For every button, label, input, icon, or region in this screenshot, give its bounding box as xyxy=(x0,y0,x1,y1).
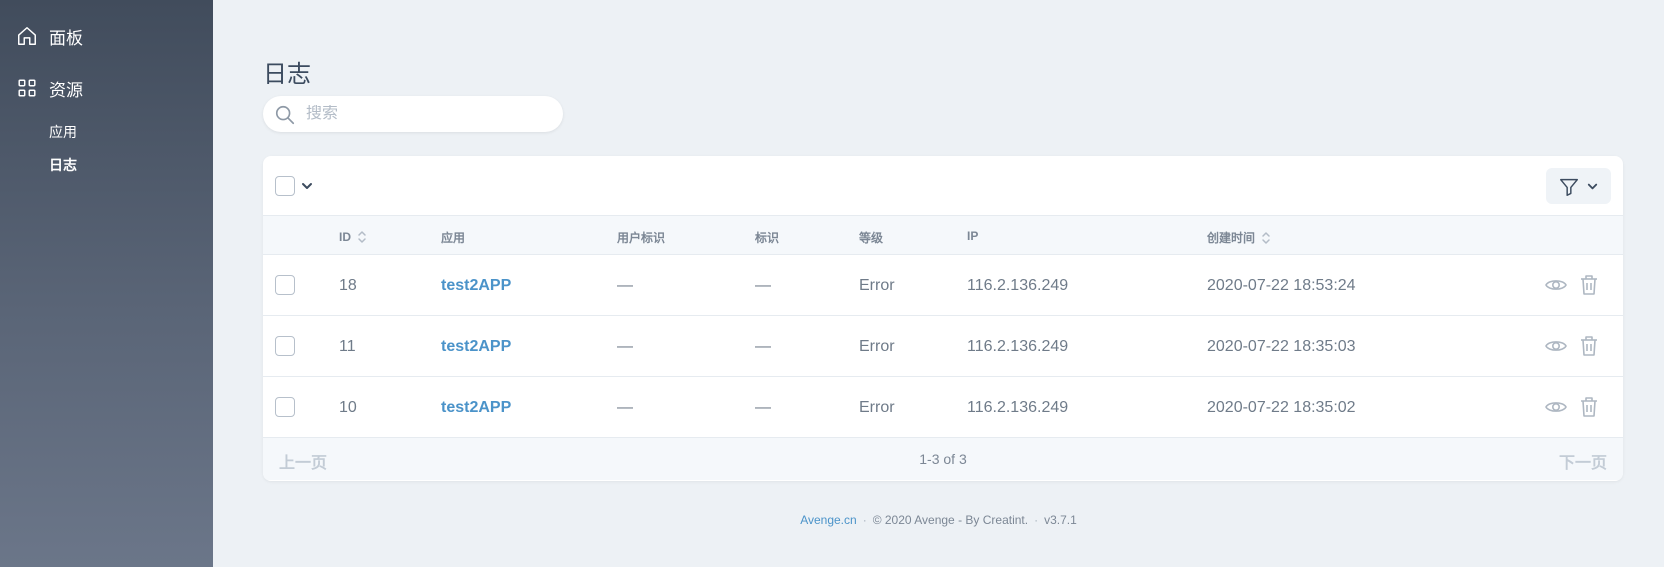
chevron-down-icon xyxy=(1586,180,1599,193)
cell-ip: 116.2.136.249 xyxy=(967,277,1069,294)
eye-icon[interactable] xyxy=(1544,395,1568,419)
row-checkbox[interactable] xyxy=(275,275,295,295)
search-input[interactable] xyxy=(306,105,546,123)
cell-level: Error xyxy=(859,338,895,355)
sort-icon[interactable] xyxy=(357,229,367,245)
column-header-user-id: 用户标识 xyxy=(617,231,666,245)
cell-created-at: 2020-07-22 18:53:24 xyxy=(1207,277,1356,294)
cell-tag: — xyxy=(755,277,771,294)
cell-user-id: — xyxy=(617,399,633,416)
cell-id: 10 xyxy=(339,399,357,416)
column-header-level: 等级 xyxy=(859,231,884,245)
cell-tag: — xyxy=(755,399,771,416)
cell-user-id: — xyxy=(617,338,633,355)
row-checkbox[interactable] xyxy=(275,397,295,417)
sidebar-section-resources[interactable]: 资源 xyxy=(0,73,83,103)
cell-ip: 116.2.136.249 xyxy=(967,338,1069,355)
table-row: 18 test2APP — — Error 116.2.136.249 2020… xyxy=(263,255,1623,316)
home-icon xyxy=(16,25,38,47)
footer: Avenge.cn · © 2020 Avenge - By Creatint. · v… xyxy=(213,513,1664,527)
cell-ip: 116.2.136.249 xyxy=(967,399,1069,416)
table-row: 10 test2APP — — Error 116.2.136.249 2020… xyxy=(263,377,1623,438)
cell-id: 11 xyxy=(339,338,356,355)
filter-icon xyxy=(1558,176,1580,198)
sort-icon[interactable] xyxy=(1261,230,1271,246)
footer-separator: · xyxy=(1034,513,1039,527)
column-header-app: 应用 xyxy=(441,231,466,245)
cell-app-link[interactable]: test2APP xyxy=(441,399,511,417)
sidebar-section-label: 资源 xyxy=(49,80,83,100)
column-header-ip: IP xyxy=(967,229,979,243)
trash-icon[interactable] xyxy=(1578,273,1600,297)
resource-table-card: ID 应用 用户标识 标识 等级 IP 创建时间 18 test2APP — —… xyxy=(263,156,1623,481)
select-all-checkbox[interactable] xyxy=(275,176,295,196)
sidebar-item-logs[interactable]: 日志 xyxy=(49,155,77,175)
sidebar: 面板 资源 应用 日志 xyxy=(0,0,213,567)
cell-created-at: 2020-07-22 18:35:02 xyxy=(1207,399,1356,416)
table-row: 11 test2APP — — Error 116.2.136.249 2020… xyxy=(263,316,1623,377)
cell-id: 18 xyxy=(339,277,357,294)
chevron-down-icon[interactable] xyxy=(300,179,314,193)
column-header-label: 创建时间 xyxy=(1207,231,1256,245)
search-icon xyxy=(274,104,296,126)
next-page-button[interactable]: 下一页 xyxy=(1559,449,1607,473)
trash-icon[interactable] xyxy=(1578,395,1600,419)
eye-icon[interactable] xyxy=(1544,334,1568,358)
column-header-label: ID xyxy=(339,230,351,244)
column-header-tag: 标识 xyxy=(755,231,780,245)
footer-copyright: © 2020 Avenge - By Creatint. xyxy=(872,513,1029,527)
footer-link[interactable]: Avenge.cn xyxy=(800,513,857,527)
eye-icon[interactable] xyxy=(1544,273,1568,297)
cell-level: Error xyxy=(859,399,895,416)
footer-separator: · xyxy=(862,513,867,527)
table-toolbar xyxy=(263,156,1623,216)
sidebar-item-dashboard[interactable]: 面板 xyxy=(0,21,83,51)
cell-app-link[interactable]: test2APP xyxy=(441,277,511,295)
pagination: 上一页 1-3 of 3 下一页 xyxy=(263,438,1623,480)
sidebar-item-label: 面板 xyxy=(49,28,83,48)
search-box xyxy=(263,96,563,132)
cell-created-at: 2020-07-22 18:35:03 xyxy=(1207,338,1356,355)
table-header: ID 应用 用户标识 标识 等级 IP 创建时间 xyxy=(263,216,1623,255)
cell-tag: — xyxy=(755,338,771,355)
grid-icon xyxy=(16,77,38,99)
row-checkbox[interactable] xyxy=(275,336,295,356)
pagination-info: 1-3 of 3 xyxy=(919,451,967,467)
footer-version: v3.7.1 xyxy=(1044,513,1077,527)
sidebar-item-apps[interactable]: 应用 xyxy=(49,122,77,142)
filter-button[interactable] xyxy=(1546,168,1611,204)
column-header-created-at[interactable]: 创建时间 xyxy=(1207,229,1271,246)
column-header-id[interactable]: ID xyxy=(339,229,367,245)
cell-level: Error xyxy=(859,277,895,294)
cell-app-link[interactable]: test2APP xyxy=(441,338,511,356)
trash-icon[interactable] xyxy=(1578,334,1600,358)
cell-user-id: — xyxy=(617,277,633,294)
page-title: 日志 xyxy=(263,61,311,88)
